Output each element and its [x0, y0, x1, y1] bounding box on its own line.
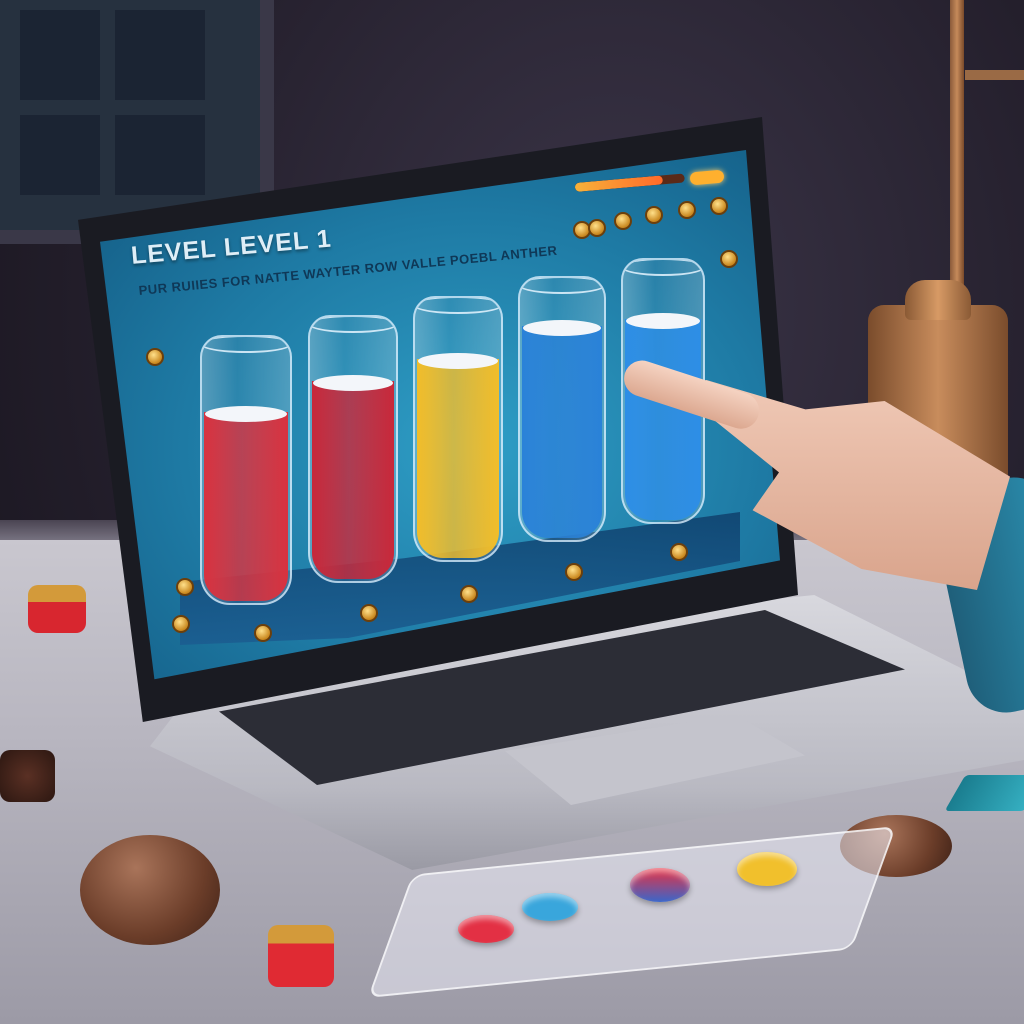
test-tube-1[interactable] — [200, 335, 292, 605]
tube-rim — [520, 278, 604, 294]
tube-liquid — [312, 381, 394, 579]
coin-icon[interactable] — [460, 585, 478, 603]
coin-icon[interactable] — [645, 206, 663, 224]
yellow-gem — [737, 852, 797, 886]
tube-rim — [202, 337, 290, 353]
tube-foam — [313, 375, 393, 391]
photo-scene: LEVEL LEVEL 1 PUR RUIIES FOR NATTE WAYTE… — [0, 0, 1024, 1024]
coin-icon[interactable] — [176, 578, 194, 596]
tube-rim — [415, 298, 501, 314]
chocolate-dome — [80, 835, 220, 945]
test-tube-4[interactable] — [518, 276, 606, 542]
test-tube-3[interactable] — [413, 296, 503, 562]
tube-rim — [310, 317, 396, 333]
tube-liquid — [417, 359, 499, 558]
coin-icon[interactable] — [720, 250, 738, 268]
red-jar — [28, 585, 86, 633]
tube-liquid — [522, 326, 602, 538]
shelf-bar — [965, 70, 1024, 80]
copper-canister-lid — [905, 280, 971, 320]
coin-icon[interactable] — [588, 219, 606, 237]
coin-icon[interactable] — [360, 604, 378, 622]
mixed-gem — [630, 868, 690, 902]
coin-icon[interactable] — [254, 624, 272, 642]
shelf-pole — [950, 0, 964, 300]
coin-icon[interactable] — [146, 348, 164, 366]
tube-foam — [418, 353, 498, 369]
red-gem — [458, 915, 514, 943]
tube-foam — [626, 313, 700, 329]
coin-icon[interactable] — [614, 212, 632, 230]
coin-icon[interactable] — [172, 615, 190, 633]
blue-gem — [522, 893, 578, 921]
tube-liquid — [625, 319, 701, 520]
tube-foam — [523, 320, 601, 336]
tube-rim — [623, 260, 703, 276]
coin-icon[interactable] — [678, 201, 696, 219]
test-tube-2[interactable] — [308, 315, 398, 583]
coin-icon[interactable] — [710, 197, 728, 215]
coin-icon[interactable] — [670, 543, 688, 561]
tube-liquid — [204, 412, 288, 601]
cocoa-cup — [0, 750, 55, 802]
tube-foam — [205, 406, 287, 422]
red-jar — [268, 925, 334, 987]
coin-icon[interactable] — [565, 563, 583, 581]
